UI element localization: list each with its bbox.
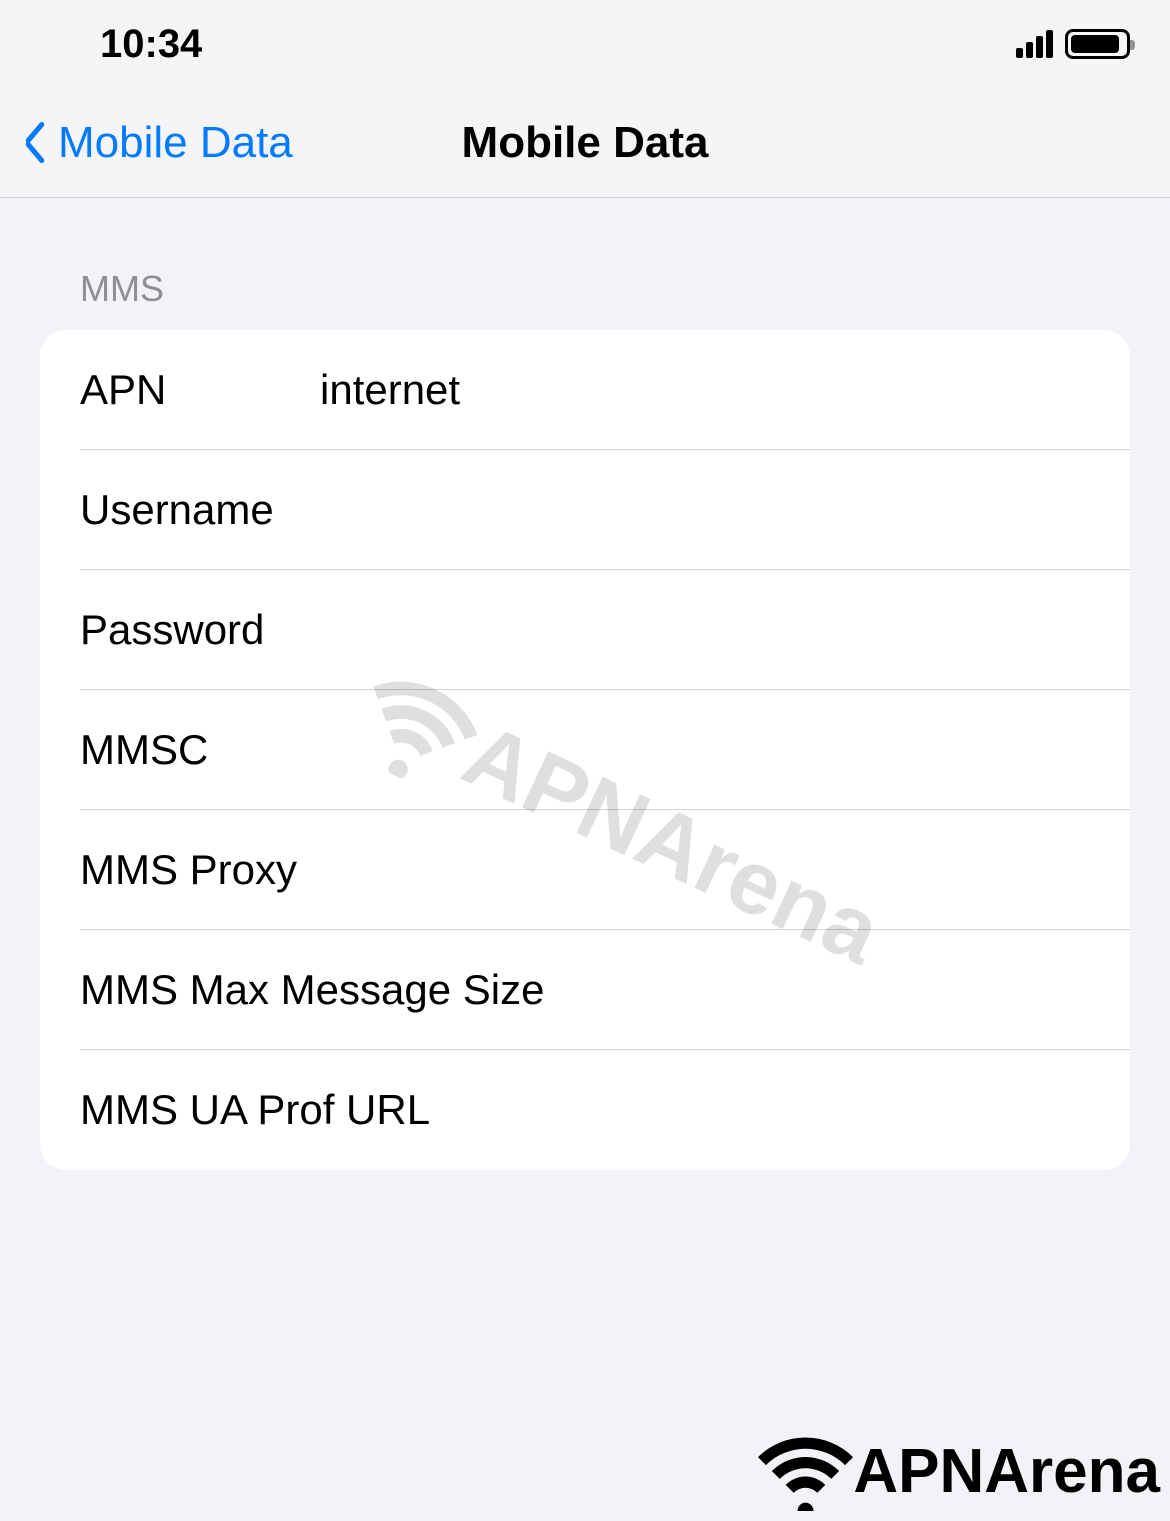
back-button[interactable]: Mobile Data bbox=[20, 118, 293, 168]
section-header-mms: MMS bbox=[40, 268, 1130, 310]
page-title: Mobile Data bbox=[462, 118, 709, 168]
chevron-left-icon bbox=[20, 120, 50, 165]
footer-brand: APNArena bbox=[758, 1431, 1160, 1511]
mms-max-size-label: MMS Max Message Size bbox=[80, 966, 544, 1014]
navigation-bar: Mobile Data Mobile Data bbox=[0, 88, 1170, 198]
mms-proxy-label: MMS Proxy bbox=[80, 846, 297, 894]
username-label: Username bbox=[80, 486, 320, 534]
mms-ua-prof-input[interactable] bbox=[430, 1086, 1130, 1134]
status-time: 10:34 bbox=[100, 22, 202, 67]
username-input[interactable] bbox=[320, 486, 1130, 534]
mms-proxy-row[interactable]: MMS Proxy bbox=[40, 810, 1130, 930]
mmsc-label: MMSC bbox=[80, 726, 320, 774]
content-area: MMS APN Username Password MMSC MMS Proxy… bbox=[0, 198, 1170, 1170]
mmsc-row[interactable]: MMSC bbox=[40, 690, 1130, 810]
status-bar: 10:34 bbox=[0, 0, 1170, 88]
mms-proxy-input[interactable] bbox=[297, 846, 1130, 894]
password-input[interactable] bbox=[320, 606, 1130, 654]
password-row[interactable]: Password bbox=[40, 570, 1130, 690]
mms-max-size-row[interactable]: MMS Max Message Size bbox=[40, 930, 1130, 1050]
apn-label: APN bbox=[80, 366, 320, 414]
password-label: Password bbox=[80, 606, 320, 654]
mms-ua-prof-row[interactable]: MMS UA Prof URL bbox=[40, 1050, 1130, 1170]
wifi-icon bbox=[758, 1431, 853, 1511]
mms-max-size-input[interactable] bbox=[544, 966, 1130, 1014]
back-label: Mobile Data bbox=[58, 118, 293, 168]
mms-settings-group: APN Username Password MMSC MMS Proxy MMS… bbox=[40, 330, 1130, 1170]
username-row[interactable]: Username bbox=[40, 450, 1130, 570]
status-indicators bbox=[1016, 29, 1130, 59]
battery-icon bbox=[1065, 29, 1130, 59]
mmsc-input[interactable] bbox=[320, 726, 1130, 774]
cellular-signal-icon bbox=[1016, 30, 1053, 58]
apn-input[interactable] bbox=[320, 366, 1130, 414]
apn-row[interactable]: APN bbox=[40, 330, 1130, 450]
mms-ua-prof-label: MMS UA Prof URL bbox=[80, 1086, 430, 1134]
